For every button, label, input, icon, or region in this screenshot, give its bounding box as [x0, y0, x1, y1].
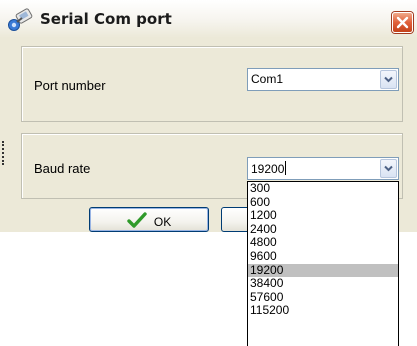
title-bar[interactable]: Serial Com port [0, 0, 417, 38]
baud-rate-option[interactable]: 600 [248, 195, 398, 210]
text-caret [285, 161, 287, 175]
baud-rate-option[interactable]: 9600 [248, 249, 398, 264]
window-title: Serial Com port [40, 10, 172, 28]
window-edge-handle [2, 141, 7, 165]
port-number-value: Com1 [251, 72, 284, 86]
close-button[interactable] [392, 12, 413, 33]
port-number-combo[interactable]: Com1 [247, 68, 399, 91]
serial-port-icon [7, 5, 35, 33]
baud-rate-option[interactable]: 57600 [248, 290, 398, 305]
baud-rate-value: 19200 [251, 162, 285, 176]
checkmark-icon [127, 211, 147, 232]
baud-rate-input[interactable]: 19200 [251, 161, 287, 176]
baud-rate-dropdown-list[interactable]: 300 600 1200 2400 4800 9600 19200 38400 57600 115… [247, 181, 399, 346]
baud-rate-option[interactable]: 1200 [248, 209, 398, 223]
port-number-label: Port number [34, 78, 106, 93]
baud-rate-option[interactable]: 4800 [248, 236, 398, 250]
baud-rate-option[interactable]: 115200 [248, 304, 398, 318]
baud-rate-combo[interactable]: 19200 [247, 157, 399, 180]
baud-dropdown-button[interactable] [380, 159, 397, 178]
baud-rate-option[interactable]: 38400 [248, 277, 398, 291]
baud-rate-option[interactable]: 300 [248, 182, 398, 196]
baud-rate-label: Baud rate [34, 161, 91, 176]
baud-rate-option[interactable]: 19200 [248, 263, 398, 278]
port-group: Port number Com1 [21, 46, 403, 122]
port-dropdown-button[interactable] [380, 70, 397, 89]
baud-rate-option[interactable]: 2400 [248, 222, 398, 237]
ok-button-label: OK [153, 214, 172, 229]
ok-button[interactable]: OK [89, 207, 209, 232]
